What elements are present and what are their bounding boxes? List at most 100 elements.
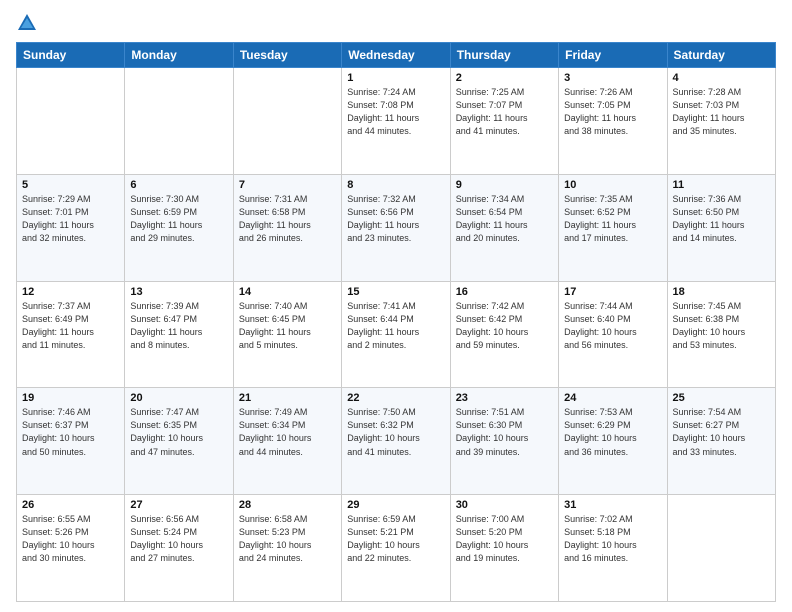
day-info: Sunrise: 7:35 AM Sunset: 6:52 PM Dayligh… (564, 193, 661, 245)
day-number: 30 (456, 499, 553, 511)
day-number: 28 (239, 499, 336, 511)
calendar-cell: 7Sunrise: 7:31 AM Sunset: 6:58 PM Daylig… (233, 174, 341, 281)
calendar-cell: 20 Sunrise: 7:47 AM Sunset: 6:35 PM Dayli… (125, 388, 233, 495)
calendar-body: 1 Sunrise: 7:24 AM Sunset: 7:08 PM Daylig… (17, 68, 776, 602)
calendar-cell (667, 495, 775, 602)
calendar-week-row: 1 Sunrise: 7:24 AM Sunset: 7:08 PM Daylig… (17, 68, 776, 175)
calendar-cell: 25 Sunrise: 7:54 AM Sunset: 6:27 PM Dayli… (667, 388, 775, 495)
day-number: 19 (22, 392, 119, 404)
day-number: 17 (564, 286, 661, 298)
day-info: Sunrise: 7:37 AM Sunset: 6:49 PM Dayligh… (22, 300, 119, 352)
day-of-week-header: Sunday (17, 43, 125, 68)
calendar-cell: 9 Sunrise: 7:34 AM Sunset: 6:54 PM Daylig… (450, 174, 558, 281)
calendar-cell: 29Sunrise: 6:59 AM Sunset: 5:21 PM Dayli… (342, 495, 450, 602)
day-number: 27 (130, 499, 227, 511)
day-info: Sunrise: 7:32 AM Sunset: 6:56 PM Dayligh… (347, 193, 444, 245)
logo (16, 12, 42, 34)
day-info: Sunrise: 7:39 AM Sunset: 6:47 PM Dayligh… (130, 300, 227, 352)
calendar-cell: 22Sunrise: 7:50 AM Sunset: 6:32 PM Dayli… (342, 388, 450, 495)
calendar-cell: 2 Sunrise: 7:25 AM Sunset: 7:07 PM Daylig… (450, 68, 558, 175)
day-info: Sunrise: 7:24 AM Sunset: 7:08 PM Dayligh… (347, 86, 444, 138)
day-number: 9 (456, 179, 553, 191)
day-of-week-header: Friday (559, 43, 667, 68)
day-info: Sunrise: 7:51 AM Sunset: 6:30 PM Dayligh… (456, 406, 553, 458)
day-info: Sunrise: 7:46 AM Sunset: 6:37 PM Dayligh… (22, 406, 119, 458)
day-number: 2 (456, 72, 553, 84)
calendar-cell: 6 Sunrise: 7:30 AM Sunset: 6:59 PM Daylig… (125, 174, 233, 281)
calendar-cell: 26Sunrise: 6:55 AM Sunset: 5:26 PM Dayli… (17, 495, 125, 602)
day-info: Sunrise: 7:42 AM Sunset: 6:42 PM Dayligh… (456, 300, 553, 352)
day-info: Sunrise: 7:44 AM Sunset: 6:40 PM Dayligh… (564, 300, 661, 352)
calendar-cell: 13 Sunrise: 7:39 AM Sunset: 6:47 PM Dayli… (125, 281, 233, 388)
calendar-cell (17, 68, 125, 175)
day-number: 12 (22, 286, 119, 298)
calendar-cell: 27 Sunrise: 6:56 AM Sunset: 5:24 PM Dayli… (125, 495, 233, 602)
day-number: 11 (673, 179, 770, 191)
day-info: Sunrise: 7:00 AM Sunset: 5:20 PM Dayligh… (456, 513, 553, 565)
day-info: Sunrise: 6:56 AM Sunset: 5:24 PM Dayligh… (130, 513, 227, 565)
calendar-header: SundayMondayTuesdayWednesdayThursdayFrid… (17, 43, 776, 68)
day-info: Sunrise: 7:47 AM Sunset: 6:35 PM Dayligh… (130, 406, 227, 458)
days-of-week-row: SundayMondayTuesdayWednesdayThursdayFrid… (17, 43, 776, 68)
day-number: 21 (239, 392, 336, 404)
logo-icon (16, 12, 38, 34)
calendar-cell: 16 Sunrise: 7:42 AM Sunset: 6:42 PM Dayli… (450, 281, 558, 388)
day-info: Sunrise: 7:41 AM Sunset: 6:44 PM Dayligh… (347, 300, 444, 352)
day-number: 1 (347, 72, 444, 84)
calendar-cell: 18Sunrise: 7:45 AM Sunset: 6:38 PM Dayli… (667, 281, 775, 388)
day-info: Sunrise: 7:26 AM Sunset: 7:05 PM Dayligh… (564, 86, 661, 138)
day-number: 31 (564, 499, 661, 511)
day-number: 13 (130, 286, 227, 298)
day-info: Sunrise: 7:34 AM Sunset: 6:54 PM Dayligh… (456, 193, 553, 245)
day-info: Sunrise: 7:30 AM Sunset: 6:59 PM Dayligh… (130, 193, 227, 245)
page: SundayMondayTuesdayWednesdayThursdayFrid… (0, 0, 792, 612)
day-number: 6 (130, 179, 227, 191)
day-number: 16 (456, 286, 553, 298)
day-number: 3 (564, 72, 661, 84)
day-number: 14 (239, 286, 336, 298)
header (16, 12, 776, 34)
day-info: Sunrise: 7:45 AM Sunset: 6:38 PM Dayligh… (673, 300, 770, 352)
day-of-week-header: Thursday (450, 43, 558, 68)
day-number: 7 (239, 179, 336, 191)
calendar-cell: 4Sunrise: 7:28 AM Sunset: 7:03 PM Daylig… (667, 68, 775, 175)
day-info: Sunrise: 7:29 AM Sunset: 7:01 PM Dayligh… (22, 193, 119, 245)
calendar-cell: 5 Sunrise: 7:29 AM Sunset: 7:01 PM Daylig… (17, 174, 125, 281)
calendar-cell: 21 Sunrise: 7:49 AM Sunset: 6:34 PM Dayli… (233, 388, 341, 495)
calendar-cell: 17 Sunrise: 7:44 AM Sunset: 6:40 PM Dayli… (559, 281, 667, 388)
calendar-week-row: 19 Sunrise: 7:46 AM Sunset: 6:37 PM Dayli… (17, 388, 776, 495)
day-number: 24 (564, 392, 661, 404)
day-info: Sunrise: 7:50 AM Sunset: 6:32 PM Dayligh… (347, 406, 444, 458)
calendar: SundayMondayTuesdayWednesdayThursdayFrid… (16, 42, 776, 602)
calendar-cell: 3 Sunrise: 7:26 AM Sunset: 7:05 PM Daylig… (559, 68, 667, 175)
calendar-cell: 23Sunrise: 7:51 AM Sunset: 6:30 PM Dayli… (450, 388, 558, 495)
calendar-week-row: 12 Sunrise: 7:37 AM Sunset: 6:49 PM Dayli… (17, 281, 776, 388)
day-info: Sunrise: 6:58 AM Sunset: 5:23 PM Dayligh… (239, 513, 336, 565)
day-info: Sunrise: 7:40 AM Sunset: 6:45 PM Dayligh… (239, 300, 336, 352)
day-number: 15 (347, 286, 444, 298)
calendar-cell: 15 Sunrise: 7:41 AM Sunset: 6:44 PM Dayli… (342, 281, 450, 388)
day-number: 25 (673, 392, 770, 404)
day-number: 5 (22, 179, 119, 191)
day-number: 8 (347, 179, 444, 191)
day-info: Sunrise: 7:49 AM Sunset: 6:34 PM Dayligh… (239, 406, 336, 458)
calendar-week-row: 26Sunrise: 6:55 AM Sunset: 5:26 PM Dayli… (17, 495, 776, 602)
calendar-cell: 19 Sunrise: 7:46 AM Sunset: 6:37 PM Dayli… (17, 388, 125, 495)
day-info: Sunrise: 7:25 AM Sunset: 7:07 PM Dayligh… (456, 86, 553, 138)
calendar-cell (125, 68, 233, 175)
day-number: 26 (22, 499, 119, 511)
calendar-cell (233, 68, 341, 175)
calendar-cell: 11 Sunrise: 7:36 AM Sunset: 6:50 PM Dayli… (667, 174, 775, 281)
calendar-cell: 12 Sunrise: 7:37 AM Sunset: 6:49 PM Dayli… (17, 281, 125, 388)
day-info: Sunrise: 7:54 AM Sunset: 6:27 PM Dayligh… (673, 406, 770, 458)
calendar-cell: 28 Sunrise: 6:58 AM Sunset: 5:23 PM Dayli… (233, 495, 341, 602)
day-of-week-header: Monday (125, 43, 233, 68)
calendar-cell: 30 Sunrise: 7:00 AM Sunset: 5:20 PM Dayli… (450, 495, 558, 602)
calendar-week-row: 5 Sunrise: 7:29 AM Sunset: 7:01 PM Daylig… (17, 174, 776, 281)
day-info: Sunrise: 7:36 AM Sunset: 6:50 PM Dayligh… (673, 193, 770, 245)
day-number: 20 (130, 392, 227, 404)
day-info: Sunrise: 7:02 AM Sunset: 5:18 PM Dayligh… (564, 513, 661, 565)
day-info: Sunrise: 7:28 AM Sunset: 7:03 PM Dayligh… (673, 86, 770, 138)
calendar-cell: 8 Sunrise: 7:32 AM Sunset: 6:56 PM Daylig… (342, 174, 450, 281)
day-of-week-header: Tuesday (233, 43, 341, 68)
